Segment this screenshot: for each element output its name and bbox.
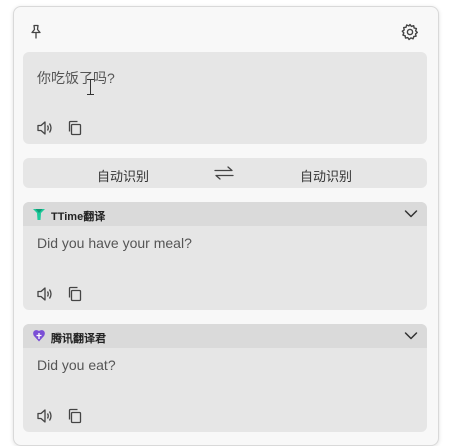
- speak-result-button[interactable]: [35, 284, 55, 304]
- chevron-down-icon: [404, 332, 418, 340]
- result-header[interactable]: TTime翻译: [23, 202, 427, 226]
- speaker-icon: [37, 409, 52, 423]
- collapse-toggle-button[interactable]: [403, 206, 419, 222]
- result-card-ttime: TTime翻译 Did you have your meal?: [23, 202, 427, 310]
- source-text[interactable]: 你吃饭了吗?: [37, 68, 115, 88]
- chevron-down-icon: [404, 210, 418, 218]
- settings-button[interactable]: [400, 22, 420, 42]
- result-actions: [35, 284, 85, 304]
- language-bar: 自动识别 自动识别: [23, 158, 427, 188]
- source-input-box[interactable]: 你吃饭了吗?: [23, 52, 427, 144]
- copy-result-button[interactable]: [65, 406, 85, 426]
- target-language-select[interactable]: 自动识别: [300, 166, 352, 185]
- swap-icon: [214, 166, 234, 180]
- translation-text: Did you have your meal?: [37, 235, 192, 251]
- text-cursor: [87, 79, 94, 95]
- pin-icon: [31, 24, 41, 39]
- top-bar: [14, 7, 440, 51]
- ttime-logo-icon: [33, 209, 45, 220]
- speak-result-button[interactable]: [35, 406, 55, 426]
- speaker-icon: [37, 287, 52, 301]
- copy-icon: [68, 286, 82, 302]
- source-language-select[interactable]: 自动识别: [97, 166, 149, 185]
- translation-text: Did you eat?: [37, 357, 116, 373]
- engine-name: 腾讯翻译君: [51, 333, 106, 345]
- result-card-tencent: 腾讯翻译君 Did you eat?: [23, 324, 427, 432]
- speaker-icon: [37, 121, 52, 135]
- gear-icon: [401, 23, 418, 41]
- tencent-translator-logo-icon: [33, 330, 45, 342]
- translator-window: 你吃饭了吗? 自动识别 自动识别 TTime翻译 Did you have yo…: [13, 6, 439, 446]
- copy-icon: [68, 120, 82, 136]
- copy-source-button[interactable]: [65, 118, 85, 138]
- swap-languages-button[interactable]: [213, 163, 235, 183]
- result-actions: [35, 406, 85, 426]
- copy-result-button[interactable]: [65, 284, 85, 304]
- pin-button[interactable]: [26, 22, 46, 42]
- engine-name: TTime翻译: [51, 211, 106, 223]
- copy-icon: [68, 408, 82, 424]
- collapse-toggle-button[interactable]: [403, 328, 419, 344]
- speak-source-button[interactable]: [35, 118, 55, 138]
- result-header[interactable]: 腾讯翻译君: [23, 324, 427, 348]
- source-actions: [35, 118, 85, 138]
